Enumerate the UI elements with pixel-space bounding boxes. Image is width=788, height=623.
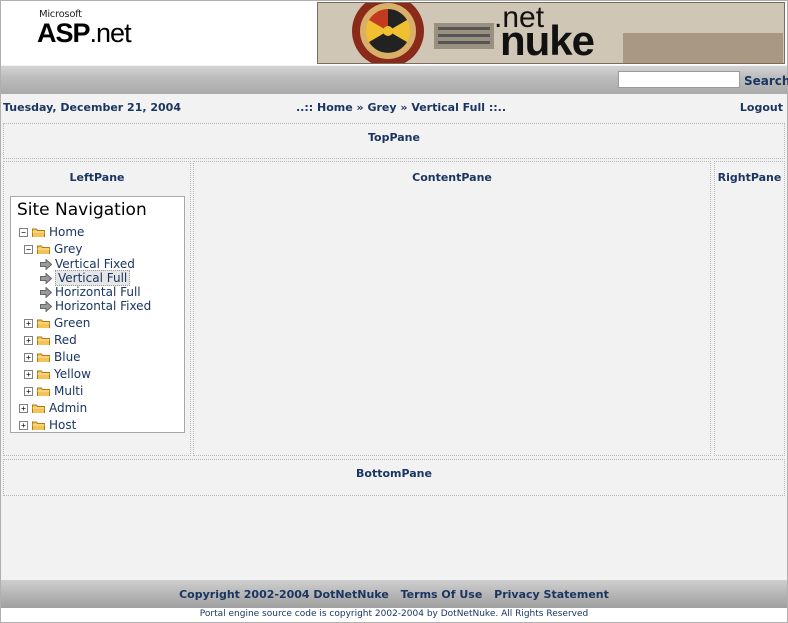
expand-icon[interactable]: + <box>24 352 33 362</box>
bottom-pane: BottomPane <box>3 459 785 496</box>
site-navigation-box: Site Navigation − Home − Grey Vertical Fixed… <box>10 196 185 433</box>
collapse-icon[interactable]: − <box>24 244 33 254</box>
logo-asp: ASP <box>37 18 91 48</box>
logo-net: .net <box>89 18 132 48</box>
folder-icon <box>37 319 50 328</box>
breadcrumb: ..:: Home » Grey » Vertical Full ::.. <box>296 101 506 114</box>
breadcrumb-suffix: ::.. <box>485 101 507 114</box>
collapse-icon[interactable]: − <box>19 227 28 237</box>
top-pane-label: TopPane <box>368 131 420 144</box>
page-arrow-icon <box>40 258 52 270</box>
tree-folder-item[interactable]: + Blue <box>24 349 81 365</box>
folder-icon <box>32 421 45 430</box>
footer-links: Copyright 2002-2004 DotNetNuke Terms Of … <box>1 588 787 601</box>
search-input[interactable] <box>618 71 740 88</box>
tree-folder-item[interactable]: + Admin <box>19 400 87 416</box>
tree-folder-item[interactable]: + Host <box>19 417 76 433</box>
tree-item-label: Host <box>49 418 77 432</box>
content-pane: ContentPane <box>193 161 711 456</box>
tree-item-label: Horizontal Full <box>55 285 141 299</box>
breadcrumb-separator: » <box>352 101 368 114</box>
breadcrumb-prefix: ..:: <box>296 101 317 114</box>
footer-bar: Copyright 2002-2004 DotNetNuke Terms Of … <box>1 580 787 608</box>
tree-item-label: Admin <box>49 401 88 415</box>
current-date: Tuesday, December 21, 2004 <box>3 101 181 114</box>
right-pane-label: RightPane <box>717 171 782 184</box>
gear-icon <box>352 3 424 63</box>
expand-icon[interactable]: + <box>24 386 33 396</box>
folder-icon <box>37 370 50 379</box>
tree-item-label: Grey <box>54 242 83 256</box>
folder-icon <box>32 404 45 413</box>
tree-folder-item[interactable]: + Yellow <box>24 366 91 382</box>
aspnet-logo: Microsoft ASP.net <box>37 9 177 53</box>
breadcrumb-vertical-full[interactable]: Vertical Full <box>411 101 485 114</box>
tree-item-label: Home <box>49 225 85 239</box>
logo-asp-text: ASP.net <box>37 18 132 49</box>
dotnetnuke-banner: .net nuke <box>317 2 785 64</box>
tree-folder-item[interactable]: − Grey <box>24 241 82 257</box>
expand-icon[interactable]: + <box>24 318 33 328</box>
search-button[interactable]: Search <box>744 74 788 88</box>
breadcrumb-separator: » <box>396 101 412 114</box>
content-pane-label: ContentPane <box>412 171 492 184</box>
expand-icon[interactable]: + <box>24 369 33 379</box>
expand-icon[interactable]: + <box>19 403 28 413</box>
privacy-statement-link[interactable]: Privacy Statement <box>494 588 609 601</box>
tree-folder-item[interactable]: + Green <box>24 315 90 331</box>
folder-icon <box>37 353 50 362</box>
tree-item-label: Vertical Fixed <box>55 257 135 271</box>
page-arrow-icon <box>40 300 52 312</box>
tree-folder-item[interactable]: − Home <box>19 224 84 240</box>
tree-item-label: Blue <box>54 350 81 364</box>
folder-icon <box>32 228 45 237</box>
search-bar: Search <box>1 66 788 94</box>
expand-icon[interactable]: + <box>19 420 28 430</box>
engine-copyright-note: Portal engine source code is copyright 2… <box>1 608 787 622</box>
tree-item-label: Yellow <box>54 367 91 381</box>
tree-item-label: Green <box>54 316 91 330</box>
folder-icon <box>37 336 50 345</box>
expand-icon[interactable]: + <box>24 335 33 345</box>
header: Microsoft ASP.net .net nuke <box>1 1 787 65</box>
bottom-pane-label: BottomPane <box>356 467 432 480</box>
copyright-text: Copyright 2002-2004 DotNetNuke <box>179 588 389 601</box>
tree-folder-item[interactable]: + Multi <box>24 383 83 399</box>
info-bar: Tuesday, December 21, 2004 ..:: Home » G… <box>1 98 785 118</box>
breadcrumb-grey[interactable]: Grey <box>367 101 396 114</box>
top-pane: TopPane <box>3 123 785 159</box>
banner-nuke-text: nuke <box>500 17 595 64</box>
site-navigation-title: Site Navigation <box>17 200 147 220</box>
tree-folder-item[interactable]: + Red <box>24 332 77 348</box>
page-arrow-icon <box>40 272 52 284</box>
tree-page-item[interactable]: Horizontal Fixed <box>40 298 151 314</box>
breadcrumb-home[interactable]: Home <box>317 101 353 114</box>
folder-icon <box>37 387 50 396</box>
left-pane-label: LeftPane <box>69 171 125 184</box>
tree-item-label: Multi <box>54 384 84 398</box>
page-arrow-icon <box>40 286 52 298</box>
tree-item-label: Red <box>54 333 77 347</box>
logout-link[interactable]: Logout <box>740 101 783 114</box>
tree-item-label: Horizontal Fixed <box>55 299 152 313</box>
terms-of-use-link[interactable]: Terms Of Use <box>401 588 483 601</box>
folder-icon <box>37 245 50 254</box>
right-pane: RightPane <box>714 161 785 456</box>
